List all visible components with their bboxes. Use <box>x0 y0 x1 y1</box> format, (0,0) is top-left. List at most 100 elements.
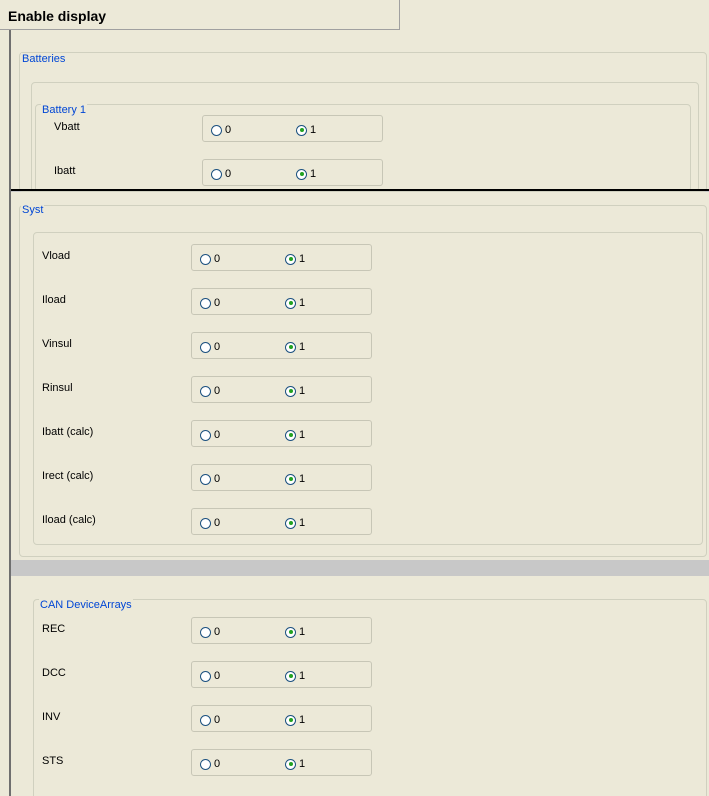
row-label-vload: Vload <box>42 250 71 262</box>
radio-group-sts: 01 <box>191 749 372 776</box>
radio-option-label: 1 <box>299 758 306 770</box>
radio-dcc-0[interactable]: 0 <box>200 669 220 683</box>
scroll-area[interactable]: Batteries Battery 1 Vbatt 0 1 Ibatt 0 1 Syst … <box>11 30 709 796</box>
radio-inv-1[interactable]: 1 <box>285 713 305 727</box>
radio-circle-icon <box>200 670 211 682</box>
radio-sts-0[interactable]: 0 <box>200 757 220 771</box>
battery1-legend: Battery 1 <box>41 104 88 117</box>
radio-circle-icon <box>296 124 307 136</box>
can-panel: CAN DeviceArrays REC 0 1 DCC 0 1 INV 0 1 STS 0 1 <box>11 576 709 796</box>
radio-option-label: 1 <box>299 714 306 726</box>
radio-option-label: 0 <box>214 714 221 726</box>
radio-option-label: 1 <box>299 341 306 353</box>
radio-circle-icon <box>285 670 296 682</box>
radio-circle-icon <box>285 385 296 397</box>
radio-sts-1[interactable]: 1 <box>285 757 305 771</box>
radio-option-label: 0 <box>214 297 221 309</box>
radio-circle-icon <box>200 473 211 485</box>
radio-circle-icon <box>285 626 296 638</box>
radio-group-ibatt-calc: 01 <box>191 420 372 447</box>
radio-circle-icon <box>200 429 211 441</box>
radio-circle-icon <box>285 758 296 770</box>
batteries-panel: Batteries Battery 1 Vbatt 0 1 Ibatt 0 1 <box>11 30 709 192</box>
radio-group-vbatt: 01 <box>202 115 383 142</box>
syst-panel: Syst Vload 0 1 Iload 0 1 Vinsul 0 1 Rinsul 0 1 Ibatt… <box>11 192 709 560</box>
row-label-rec: REC <box>42 623 66 635</box>
radio-iload-calc-0[interactable]: 0 <box>200 516 220 530</box>
radio-ibatt-1[interactable]: 1 <box>296 167 316 181</box>
radio-circle-icon <box>200 626 211 638</box>
radio-circle-icon <box>285 253 296 265</box>
row-label-dcc: DCC <box>42 667 66 679</box>
radio-rec-1[interactable]: 1 <box>285 625 305 639</box>
radio-ibatt-calc-1[interactable]: 1 <box>285 428 305 442</box>
radio-option-label: 0 <box>214 253 221 265</box>
radio-option-label: 0 <box>214 670 221 682</box>
radio-group-dcc: 01 <box>191 661 372 688</box>
radio-option-label: 0 <box>214 626 221 638</box>
radio-vinsul-1[interactable]: 1 <box>285 340 305 354</box>
radio-option-label: 0 <box>214 429 221 441</box>
radio-irect-calc-1[interactable]: 1 <box>285 472 305 486</box>
radio-group-iload: 01 <box>191 288 372 315</box>
radio-vload-1[interactable]: 1 <box>285 252 305 266</box>
radio-option-label: 1 <box>299 429 306 441</box>
radio-vbatt-1[interactable]: 1 <box>296 123 316 137</box>
radio-option-label: 1 <box>299 517 306 529</box>
radio-group-vload: 01 <box>191 244 372 271</box>
radio-group-irect-calc: 01 <box>191 464 372 491</box>
radio-dcc-1[interactable]: 1 <box>285 669 305 683</box>
radio-option-label: 1 <box>299 473 306 485</box>
radio-iload-1[interactable]: 1 <box>285 296 305 310</box>
radio-option-label: 1 <box>310 168 317 180</box>
syst-legend: Syst <box>21 204 45 217</box>
radio-option-label: 1 <box>299 385 306 397</box>
radio-vload-0[interactable]: 0 <box>200 252 220 266</box>
radio-option-label: 1 <box>299 626 306 638</box>
row-label-ibatt: Ibatt <box>54 165 76 177</box>
radio-option-label: 0 <box>214 341 221 353</box>
row-label-iload-calc: Iload (calc) <box>42 514 96 526</box>
radio-circle-icon <box>211 124 222 136</box>
radio-option-label: 0 <box>214 385 221 397</box>
radio-ibatt-0[interactable]: 0 <box>211 167 231 181</box>
radio-circle-icon <box>200 385 211 397</box>
window-titlebar: Enable display <box>0 0 400 30</box>
radio-iload-0[interactable]: 0 <box>200 296 220 310</box>
radio-rec-0[interactable]: 0 <box>200 625 220 639</box>
radio-circle-icon <box>200 714 211 726</box>
radio-circle-icon <box>200 341 211 353</box>
radio-circle-icon <box>200 253 211 265</box>
radio-circle-icon <box>285 429 296 441</box>
radio-iload-calc-1[interactable]: 1 <box>285 516 305 530</box>
titlebar-filler <box>400 0 709 31</box>
radio-circle-icon <box>211 168 222 180</box>
row-label-rinsul: Rinsul <box>42 382 73 394</box>
radio-option-label: 0 <box>225 124 232 136</box>
radio-group-inv: 01 <box>191 705 372 732</box>
row-label-ibatt-calc: Ibatt (calc) <box>42 426 94 438</box>
radio-option-label: 0 <box>225 168 232 180</box>
radio-rinsul-1[interactable]: 1 <box>285 384 305 398</box>
radio-circle-icon <box>200 517 211 529</box>
row-label-irect-calc: Irect (calc) <box>42 470 94 482</box>
radio-option-label: 1 <box>299 297 306 309</box>
row-label-vbatt: Vbatt <box>54 121 80 133</box>
radio-option-label: 1 <box>299 670 306 682</box>
radio-vinsul-0[interactable]: 0 <box>200 340 220 354</box>
radio-group-vinsul: 01 <box>191 332 372 359</box>
row-label-iload: Iload <box>42 294 66 306</box>
radio-vbatt-0[interactable]: 0 <box>211 123 231 137</box>
pane-divider <box>11 189 709 191</box>
radio-inv-0[interactable]: 0 <box>200 713 220 727</box>
radio-group-ibatt: 01 <box>202 159 383 186</box>
radio-option-label: 0 <box>214 517 221 529</box>
radio-rinsul-0[interactable]: 0 <box>200 384 220 398</box>
radio-irect-calc-0[interactable]: 0 <box>200 472 220 486</box>
row-label-vinsul: Vinsul <box>42 338 72 350</box>
row-label-sts: STS <box>42 755 64 767</box>
radio-circle-icon <box>285 297 296 309</box>
radio-option-label: 1 <box>299 253 306 265</box>
radio-circle-icon <box>285 341 296 353</box>
radio-ibatt-calc-0[interactable]: 0 <box>200 428 220 442</box>
